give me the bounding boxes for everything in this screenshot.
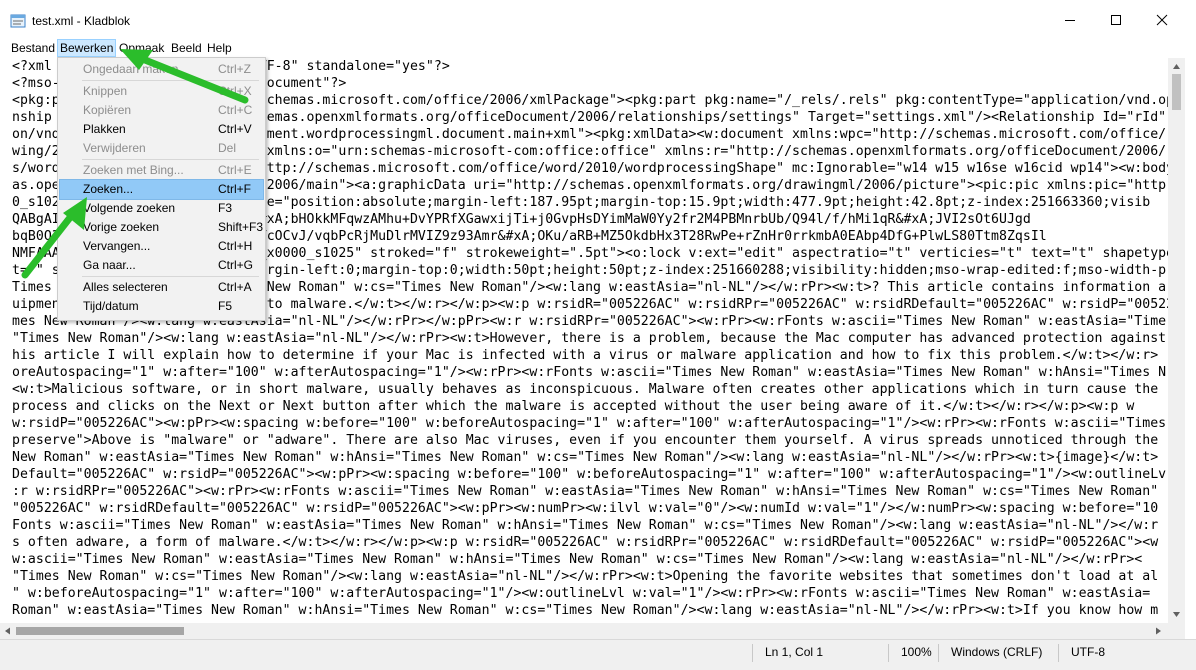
text-line: Roman" w:eastAsia="Times New Roman" w:hA… <box>12 603 1159 618</box>
menu-item-ga-naar[interactable]: Ga naar... Ctrl+G <box>60 256 263 275</box>
menu-item-tijd-datum[interactable]: Tijd/datum F5 <box>60 297 263 316</box>
scroll-up-icon[interactable] <box>1172 62 1181 71</box>
menu-opmaak[interactable]: Opmaak <box>117 40 166 56</box>
menu-item-label: Verwijderen <box>83 141 146 155</box>
menu-item-label: Volgende zoeken <box>83 201 176 215</box>
menu-item-label: Knippen <box>83 84 128 98</box>
text-line: " w:beforeAutospacing="1" w:after="100" … <box>12 586 1151 601</box>
text-line: preserve">Above is "malware" or "adware"… <box>12 433 1159 448</box>
menu-item-shortcut: Del <box>218 141 237 155</box>
notepad-window: test.xml - Kladblok Bestand Bewerken Opm… <box>0 0 1196 670</box>
close-button[interactable] <box>1139 0 1185 40</box>
line-ending: Windows (CRLF) <box>951 645 1043 659</box>
menu-item-shortcut: Ctrl+F <box>218 182 251 196</box>
scroll-left-icon[interactable] <box>4 627 12 635</box>
menu-item-shortcut: Ctrl+E <box>218 163 252 177</box>
vertical-scroll-thumb[interactable] <box>1172 74 1181 110</box>
menu-item-label: Alles selecteren <box>83 280 168 294</box>
menu-item-vervangen[interactable]: Vervangen... Ctrl+H <box>60 237 263 256</box>
window-title: test.xml - Kladblok <box>32 14 131 28</box>
menu-bewerken[interactable]: Bewerken <box>56 39 117 57</box>
scroll-right-icon[interactable] <box>1154 627 1162 635</box>
encoding: UTF-8 <box>1071 645 1105 659</box>
menu-item-alles-selecteren[interactable]: Alles selecteren Ctrl+A <box>60 278 263 297</box>
menu-item-shortcut: Ctrl+Z <box>218 62 251 76</box>
zoom-level: 100% <box>901 645 932 659</box>
text-line: Default="005226AC" w:rsidP="005226AC"><w… <box>12 467 1167 482</box>
menu-item-label: Ga naar... <box>83 258 136 272</box>
menu-item-label: Zoeken met Bing... <box>83 163 184 177</box>
menu-item-shortcut: F3 <box>218 201 233 215</box>
menu-item-label: Zoeken... <box>83 182 134 196</box>
status-separator <box>888 644 889 662</box>
status-bar: Ln 1, Col 1 100% Windows (CRLF) UTF-8 <box>0 639 1196 670</box>
menu-item-label: Tijd/datum <box>83 299 139 313</box>
scroll-down-icon[interactable] <box>1172 610 1181 619</box>
minimize-button[interactable] <box>1047 0 1093 40</box>
menu-item-ongedaan-maken[interactable]: Ongedaan maken Ctrl+Z <box>60 60 263 79</box>
cursor-position: Ln 1, Col 1 <box>765 645 824 659</box>
menu-item-label: Kopiëren <box>83 103 132 117</box>
menu-item-label: Plakken <box>83 122 126 136</box>
maximize-button[interactable] <box>1093 0 1139 40</box>
menu-item-plakken[interactable]: Plakken Ctrl+V <box>60 120 263 139</box>
status-separator <box>938 644 939 662</box>
maximize-icon <box>1111 15 1121 25</box>
menu-help[interactable]: Help <box>205 40 234 56</box>
horizontal-scrollbar[interactable] <box>0 623 1168 639</box>
horizontal-scroll-thumb[interactable] <box>16 627 184 635</box>
menu-item-shortcut: F5 <box>218 299 233 313</box>
menu-item-shortcut: Ctrl+H <box>218 239 253 253</box>
scroll-corner <box>1168 623 1185 639</box>
menu-item-label: Ongedaan maken <box>83 62 179 76</box>
minimize-icon <box>1065 20 1075 21</box>
text-line: "Times New Roman" w:cs="Times New Roman"… <box>12 569 1159 584</box>
menu-item-knippen[interactable]: Knippen Ctrl+X <box>60 82 263 101</box>
text-line: :r w:rsidRPr="005226AC"><w:rPr><w:rFonts… <box>12 484 1159 499</box>
menu-item-shortcut: Ctrl+V <box>218 122 252 136</box>
title-bar: test.xml - Kladblok <box>0 0 1196 40</box>
menu-item-shortcut: Ctrl+A <box>218 280 252 294</box>
text-line: oreAutospacing="1" w:after="100" w:after… <box>12 365 1167 380</box>
text-line: "005226AC" w:rsidRDefault="005226AC" w:r… <box>12 501 1159 516</box>
text-line: process and clicks on the Next or Next b… <box>12 399 1135 414</box>
close-icon <box>1156 14 1168 26</box>
menu-separator <box>82 80 259 81</box>
text-line: w:ascii="Times New Roman" w:eastAsia="Ti… <box>12 552 1143 567</box>
text-line: New Roman" w:eastAsia="Times New Roman" … <box>12 450 1159 465</box>
menu-item-label: Vervangen... <box>83 239 151 253</box>
menu-item-zoeken[interactable]: Zoeken... Ctrl+F <box>59 179 264 200</box>
menu-item-label: Vorige zoeken <box>83 220 160 234</box>
text-line: his article I will explain how to determ… <box>12 348 1159 363</box>
text-line: s often adware, a form of malware.</w:t>… <box>12 535 1159 550</box>
status-separator <box>752 644 753 662</box>
menu-item-kopieren[interactable]: Kopiëren Ctrl+C <box>60 101 263 120</box>
menu-separator <box>82 276 259 277</box>
vertical-scrollbar[interactable] <box>1168 58 1185 623</box>
menu-bar: Bestand Bewerken Opmaak Beeld Help <box>0 39 1196 57</box>
menu-item-volgende-zoeken[interactable]: Volgende zoeken F3 <box>60 199 263 218</box>
text-line: Fonts w:ascii="Times New Roman" w:eastAs… <box>12 518 1159 533</box>
menu-item-shortcut: Ctrl+X <box>218 84 252 98</box>
menu-item-verwijderen[interactable]: Verwijderen Del <box>60 139 263 158</box>
menu-bestand[interactable]: Bestand <box>9 40 57 56</box>
text-line: <w:t>Malicious software, or in short mal… <box>12 382 1159 397</box>
menu-item-shortcut: Shift+F3 <box>218 220 264 234</box>
menu-item-shortcut: Ctrl+G <box>218 258 254 272</box>
menu-separator <box>82 159 259 160</box>
notepad-icon <box>10 14 26 28</box>
menu-item-zoeken-met-bing[interactable]: Zoeken met Bing... Ctrl+E <box>60 161 263 180</box>
status-separator <box>1058 644 1059 662</box>
edit-menu-dropdown: Ongedaan maken Ctrl+Z Knippen Ctrl+X Kopiëre… <box>57 57 266 321</box>
menu-item-shortcut: Ctrl+C <box>218 103 253 117</box>
text-line: "Times New Roman"/><w:lang w:eastAsia="n… <box>12 331 1167 346</box>
text-line: w:rsidP="005226AC"><w:pPr><w:spacing w:b… <box>12 416 1167 431</box>
menu-beeld[interactable]: Beeld <box>169 40 204 56</box>
menu-item-vorige-zoeken[interactable]: Vorige zoeken Shift+F3 <box>60 218 263 237</box>
